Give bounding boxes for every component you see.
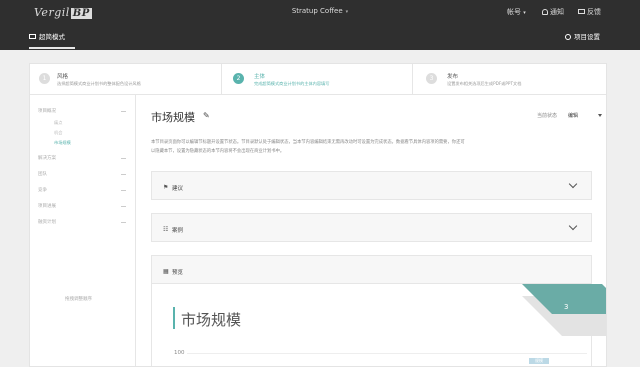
sidebar-item-overview[interactable]: 项目概况 — [38, 108, 56, 114]
expand-icon[interactable] — [121, 222, 126, 223]
step-number: 2 — [233, 73, 244, 84]
step-title: 主体 — [254, 74, 266, 80]
step-style[interactable]: 1 风格 选择超简模式商业计划书的整体配色设计风格 — [30, 64, 221, 95]
section-sidebar: 项目概况 痛点 机会 市场规模 解决方案 团队 竞争 项目进展 融资计划 拖拽调… — [30, 95, 136, 366]
sidebar-hint: 拖拽调整顺序 — [65, 297, 92, 302]
panel-label: 建议 — [172, 186, 184, 192]
gridline — [187, 353, 587, 354]
slide-preview: 3 市场规模 100 规模 — [151, 284, 606, 366]
expand-icon[interactable] — [121, 190, 126, 191]
step-indicator: 1 风格 选择超简模式商业计划书的整体配色设计风格 2 主体 完成超简模式商业计… — [30, 64, 606, 95]
step-description: 设置发布相关选项后生成PDF或PPT文档 — [447, 81, 522, 86]
chevron-down-icon[interactable] — [568, 179, 578, 189]
legend-swatch: 规模 — [529, 358, 549, 364]
chevron-down-icon[interactable] — [568, 221, 578, 231]
bell-icon — [542, 9, 548, 15]
expand-icon[interactable] — [121, 174, 126, 175]
slide-number: 3 — [564, 303, 569, 311]
sidebar-item-solution[interactable]: 解决方案 — [38, 155, 56, 161]
preview-panel-header: ▦ 预览 — [151, 255, 592, 284]
title-accent-bar — [173, 307, 175, 329]
step-title: 发布 — [447, 74, 459, 80]
panel-label: 案例 — [172, 228, 184, 234]
mode-tab[interactable]: 超简模式 — [29, 31, 65, 41]
slide-title: 市场规模 — [181, 311, 242, 329]
chevron-down-icon: ▾ — [523, 10, 526, 16]
project-name[interactable]: Stratup Coffee — [292, 7, 343, 15]
expand-icon[interactable] — [121, 158, 126, 159]
collapse-icon[interactable] — [121, 111, 126, 112]
sidebar-item-competition[interactable]: 竞争 — [38, 187, 47, 193]
caret-down-icon[interactable] — [598, 114, 602, 117]
pencil-icon[interactable]: ✎ — [203, 111, 210, 120]
step-title: 风格 — [57, 74, 69, 80]
sidebar-subitem-market-size[interactable]: 市场规模 — [54, 140, 71, 146]
mail-icon — [578, 9, 585, 14]
expand-icon[interactable] — [121, 206, 126, 207]
sidebar-item-financing[interactable]: 融资计划 — [38, 219, 56, 225]
feedback-button[interactable]: 反馈 — [578, 7, 601, 17]
gear-icon — [565, 34, 571, 40]
project-settings-button[interactable]: 项目设置 — [565, 31, 600, 41]
case-panel-header[interactable]: ☷ 案例 — [151, 213, 592, 242]
step-description: 选择超简模式商业计划书的整体配色设计风格 — [57, 81, 141, 86]
list-icon: ☷ — [163, 226, 169, 233]
flag-icon: ⚑ — [163, 184, 169, 191]
sidebar-subitem-opportunity[interactable]: 机会 — [54, 130, 62, 136]
status-dropdown[interactable]: 编辑 — [568, 112, 578, 119]
account-menu[interactable]: 帐号 ▾ — [507, 7, 526, 17]
axis-tick-label: 100 — [174, 350, 185, 356]
notifications-button[interactable]: 通知 — [542, 7, 564, 17]
step-publish[interactable]: 3 发布 设置发布相关选项后生成PDF或PPT文档 — [412, 64, 606, 95]
editor-card: 1 风格 选择超简模式商业计划书的整体配色设计风格 2 主体 完成超简模式商业计… — [29, 63, 607, 367]
sidebar-item-progress[interactable]: 项目进展 — [38, 203, 56, 209]
sidebar-item-team[interactable]: 团队 — [38, 171, 47, 177]
intro-text: 以隐藏本节，设置为隐藏状态的本节内容将不会出现在商业计划书中。 — [151, 149, 285, 154]
suggestion-panel-header[interactable]: ⚑ 建议 — [151, 171, 592, 200]
sidebar-subitem-pain-point[interactable]: 痛点 — [54, 120, 62, 126]
monitor-icon — [29, 34, 36, 39]
step-description: 完成超简模式商业计划书的主体内容填写 — [254, 81, 330, 86]
step-number: 3 — [426, 73, 437, 84]
active-tab-indicator — [29, 47, 75, 49]
step-number: 1 — [39, 73, 50, 84]
step-body[interactable]: 2 主体 完成超简模式商业计划书的主体内容填写 — [221, 64, 412, 95]
chevron-down-icon: ▾ — [345, 9, 349, 15]
panel-label: 预览 — [172, 270, 184, 276]
intro-text: 本节目录页面你可以编辑节标题开设置节状态。节目录默认处于编辑状态，当本节内容编辑… — [151, 140, 465, 145]
status-label: 当前状态 — [537, 113, 558, 119]
top-navigation-bar: Vergil BP Stratup Coffee ▾ 帐号 ▾ 通知 反馈 超简模式… — [0, 0, 640, 50]
section-title: 市场规模 — [151, 111, 195, 124]
grid-icon: ▦ — [163, 268, 169, 275]
